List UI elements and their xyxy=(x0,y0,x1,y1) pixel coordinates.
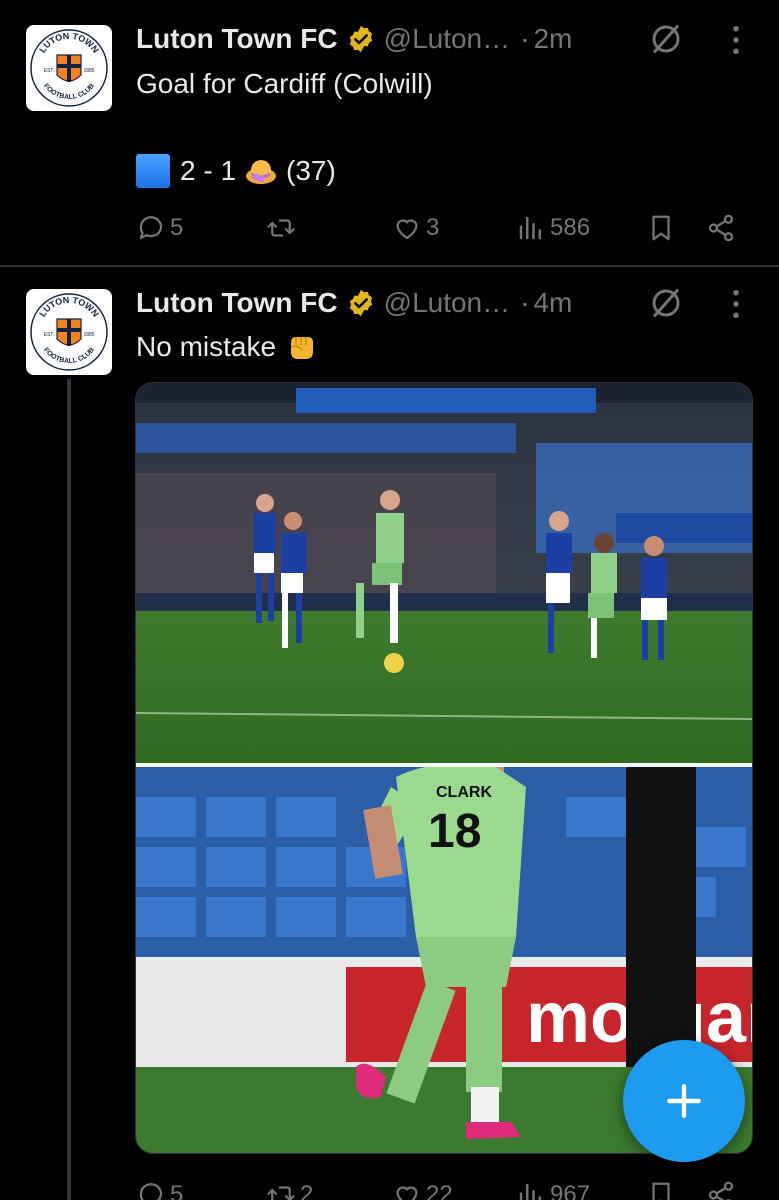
more-vertical-icon[interactable] xyxy=(730,25,742,55)
views-count: 586 xyxy=(550,214,591,241)
crest-year: 1885 xyxy=(83,332,94,338)
tweet-text-line: Goal for Cardiff (Colwill) xyxy=(136,68,433,99)
views-button[interactable]: 586 xyxy=(516,213,590,243)
more-vertical-icon[interactable] xyxy=(730,289,742,319)
fist-emoji xyxy=(290,337,314,359)
score: 2 - 1 xyxy=(180,155,237,186)
timestamp[interactable]: 2m xyxy=(533,23,572,55)
retweet-icon xyxy=(267,219,295,237)
timestamp[interactable]: 4m xyxy=(533,287,572,319)
tweet-header: Luton Town FC @Luton… · 2m xyxy=(136,19,572,59)
tweet-actions: 5 2 22 967 xyxy=(136,1175,746,1200)
crest-est: EST. xyxy=(44,332,55,338)
heart-icon xyxy=(396,1186,418,1200)
retweet-icon xyxy=(267,1186,295,1200)
views-button[interactable]: 967 xyxy=(516,1180,590,1200)
football xyxy=(384,653,404,673)
views-count: 967 xyxy=(550,1181,591,1200)
mute-icon[interactable] xyxy=(648,21,684,57)
bookmark-button[interactable] xyxy=(646,213,676,243)
separator-dot: · xyxy=(520,287,530,318)
retweet-button[interactable] xyxy=(266,213,300,243)
tweet-text-line: No mistake xyxy=(136,329,326,365)
reply-count: 5 xyxy=(170,1181,184,1200)
goal-minute: (37) xyxy=(286,155,336,186)
blue-square-emoji xyxy=(136,154,170,188)
reply-button[interactable]: 5 xyxy=(136,213,183,243)
tweet-header: Luton Town FC @Luton… · 4m xyxy=(136,283,572,323)
crest-year: 1885 xyxy=(83,68,94,74)
tweet-goal-for-cardiff[interactable]: LUTON TOWN FOOTBALL CLUB EST. 1885 Luton… xyxy=(0,0,779,265)
shirt-number: 18 xyxy=(428,805,481,858)
like-button[interactable]: 3 xyxy=(392,213,439,243)
share-icon xyxy=(708,214,734,242)
like-count: 22 xyxy=(426,1181,453,1200)
plus-icon xyxy=(667,1084,701,1118)
reply-icon xyxy=(139,1183,163,1200)
heart-icon xyxy=(396,219,418,240)
verified-badge-icon xyxy=(349,289,372,317)
share-icon xyxy=(708,1181,734,1200)
score-line: 2 - 1 (37) xyxy=(136,153,336,189)
luton-crest-logo: LUTON TOWN FOOTBALL CLUB EST. 1885 xyxy=(30,29,108,107)
thread-line xyxy=(67,379,71,1200)
compose-button[interactable] xyxy=(623,1040,745,1162)
author-handle[interactable]: @Luton… xyxy=(384,287,511,319)
tweet-actions: 5 3 586 xyxy=(136,208,746,248)
bookmark-icon xyxy=(652,1182,670,1200)
author-name[interactable]: Luton Town FC xyxy=(136,287,338,319)
share-button[interactable] xyxy=(706,1180,736,1200)
retweet-button[interactable]: 2 xyxy=(266,1180,313,1200)
luton-crest-logo: LUTON TOWN FOOTBALL CLUB EST. 1885 xyxy=(30,293,108,371)
reply-count: 5 xyxy=(170,214,184,241)
mute-icon[interactable] xyxy=(648,285,684,321)
bonnet-hat-emoji xyxy=(246,160,277,184)
reply-button[interactable]: 5 xyxy=(136,1180,183,1200)
like-button[interactable]: 22 xyxy=(392,1180,453,1200)
avatar[interactable]: LUTON TOWN FOOTBALL CLUB EST. 1885 xyxy=(26,289,112,375)
share-button[interactable] xyxy=(706,213,736,243)
bookmark-button[interactable] xyxy=(646,1180,676,1200)
crest-est: EST. xyxy=(44,68,55,74)
views-icon xyxy=(519,216,541,240)
reply-icon xyxy=(139,216,163,240)
author-handle[interactable]: @Luton… xyxy=(384,23,511,55)
bookmark-icon xyxy=(652,215,670,241)
retweet-count: 2 xyxy=(300,1181,314,1200)
tweet-text: No mistake xyxy=(136,331,277,362)
tweet-media[interactable]: morgan CLARK 18 xyxy=(135,382,753,1154)
author-name[interactable]: Luton Town FC xyxy=(136,23,338,55)
penalty-kick-photo[interactable] xyxy=(136,383,753,763)
verified-badge-icon xyxy=(349,25,372,53)
views-icon xyxy=(519,1183,541,1200)
separator-dot: · xyxy=(520,23,530,54)
like-count: 3 xyxy=(426,214,440,241)
avatar[interactable]: LUTON TOWN FOOTBALL CLUB EST. 1885 xyxy=(26,25,112,111)
shirt-name: CLARK xyxy=(436,784,492,801)
